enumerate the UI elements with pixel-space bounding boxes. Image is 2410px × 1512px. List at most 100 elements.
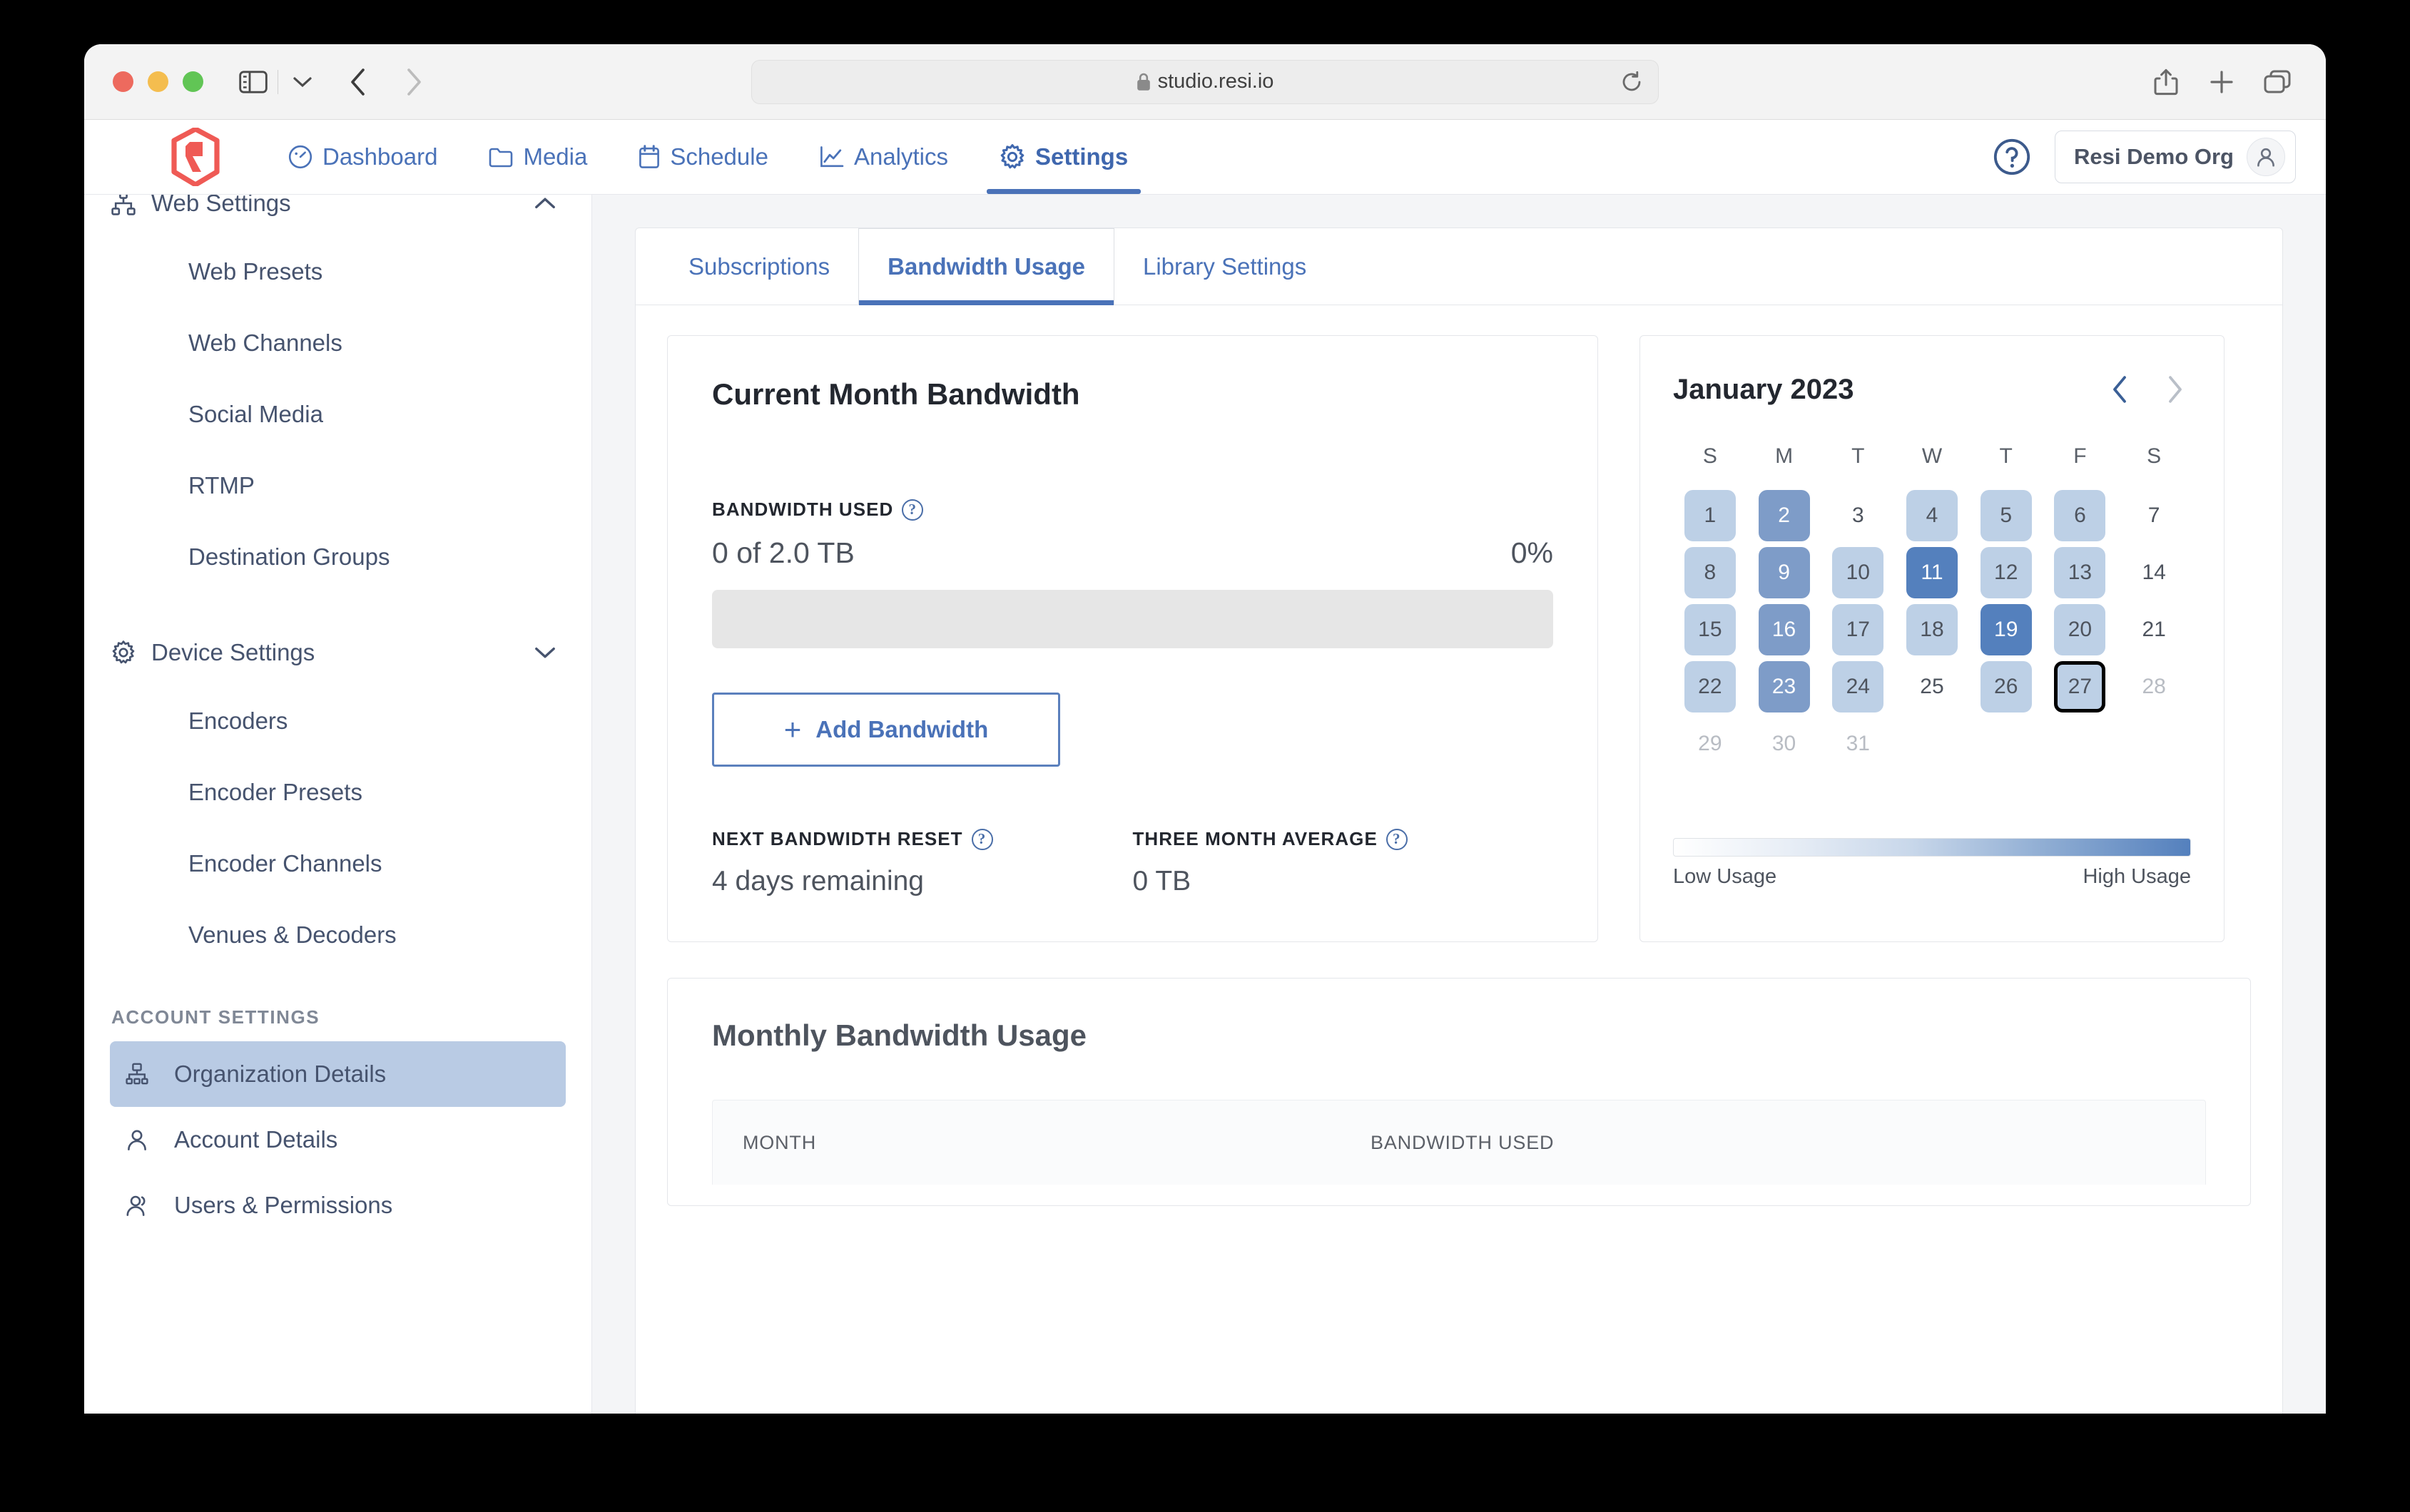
address-bar[interactable]: studio.resi.io [751, 60, 1659, 104]
lock-icon [1137, 73, 1151, 91]
calendar-day-21[interactable]: 21 [2128, 604, 2180, 655]
calendar-day-4[interactable]: 4 [1906, 490, 1958, 541]
add-bandwidth-button[interactable]: + Add Bandwidth [712, 693, 1060, 767]
calendar-day-29[interactable]: 29 [1684, 718, 1736, 770]
nav-item-dashboard[interactable]: Dashboard [285, 120, 440, 194]
calendar-day-24[interactable]: 24 [1832, 661, 1883, 712]
forward-arrow-icon[interactable] [394, 62, 434, 102]
back-arrow-icon[interactable] [338, 62, 378, 102]
sidebar-item-rtmp[interactable]: RTMP [84, 450, 591, 521]
calendar-day-22[interactable]: 22 [1684, 661, 1736, 712]
calendar-day-20[interactable]: 20 [2054, 604, 2105, 655]
calendar-day-30[interactable]: 30 [1759, 718, 1810, 770]
nav-item-analytics[interactable]: Analytics [817, 120, 951, 194]
sidebar-item-label: Encoders [188, 708, 288, 735]
sidebar-group-web-settings[interactable]: Web Settings [84, 195, 591, 236]
calendar-day-9[interactable]: 9 [1759, 547, 1810, 598]
plus-icon[interactable] [2202, 62, 2242, 102]
legend-high-label: High Usage [2083, 865, 2191, 889]
calendar-icon [639, 145, 660, 169]
sidebar-item-users-permissions[interactable]: Users & Permissions [110, 1173, 566, 1238]
web-icon [111, 195, 151, 215]
sidebar-item-label: Destination Groups [188, 543, 390, 571]
calendar-day-23[interactable]: 23 [1759, 661, 1810, 712]
calendar-day-18[interactable]: 18 [1906, 604, 1958, 655]
calendar-day-12[interactable]: 12 [1981, 547, 2032, 598]
calendar-day-28[interactable]: 28 [2128, 661, 2180, 712]
calendar-day-13[interactable]: 13 [2054, 547, 2105, 598]
sidebar-group-device-settings[interactable]: Device Settings [84, 620, 591, 685]
bandwidth-progress-bar [712, 590, 1553, 648]
calendar-dow-2: T [1851, 444, 1864, 484]
calendar-day-3[interactable]: 3 [1832, 490, 1883, 541]
help-circle-icon[interactable] [1993, 138, 2030, 175]
chevron-up-icon[interactable] [534, 197, 556, 210]
calendar-day-19[interactable]: 19 [1981, 604, 2032, 655]
nav-label: Analytics [854, 143, 948, 170]
sidebar-item-destination-groups[interactable]: Destination Groups [84, 521, 591, 593]
chart-line-icon [820, 145, 844, 168]
bandwidth-used-label: BANDWIDTH USED [712, 499, 893, 521]
calendar-day-6[interactable]: 6 [2054, 490, 2105, 541]
sidebar-toggle-icon[interactable] [233, 62, 273, 102]
sidebar-item-label: Social Media [188, 401, 323, 428]
gear-icon [1000, 144, 1025, 170]
share-icon[interactable] [2146, 62, 2186, 102]
calendar-day-10[interactable]: 10 [1832, 547, 1883, 598]
calendar-header: January 2023 [1673, 373, 2191, 406]
nav-label: Dashboard [322, 143, 437, 170]
sidebar-item-social-media[interactable]: Social Media [84, 379, 591, 450]
resi-logo[interactable] [170, 128, 221, 186]
calendar-day-14[interactable]: 14 [2128, 547, 2180, 598]
calendar-day-17[interactable]: 17 [1832, 604, 1883, 655]
calendar-day-5[interactable]: 5 [1981, 490, 2032, 541]
tab-library-settings[interactable]: Library Settings [1114, 228, 1335, 305]
tab-bandwidth-usage[interactable]: Bandwidth Usage [858, 228, 1114, 305]
sidebar-item-account-details[interactable]: Account Details [110, 1107, 566, 1173]
nav-item-media[interactable]: Media [486, 120, 590, 194]
help-circle-icon[interactable]: ? [1386, 829, 1408, 850]
tabs-overview-icon[interactable] [2257, 62, 2297, 102]
chevron-down-icon[interactable] [534, 646, 556, 659]
sidebar-item-venues-decoders[interactable]: Venues & Decoders [84, 899, 591, 971]
calendar-day-16[interactable]: 16 [1759, 604, 1810, 655]
calendar-day-26[interactable]: 26 [1981, 661, 2032, 712]
calendar-day-27[interactable]: 27 [2054, 661, 2105, 712]
tab-subscriptions[interactable]: Subscriptions [660, 228, 858, 305]
maximize-window-button[interactable] [183, 71, 203, 92]
calendar-title: January 2023 [1673, 374, 1854, 406]
chevron-left-icon[interactable] [2104, 373, 2137, 406]
sidebar-item-encoder-presets[interactable]: Encoder Presets [84, 757, 591, 828]
sidebar-item-encoders[interactable]: Encoders [84, 685, 591, 757]
sidebar-item-label: Account Details [174, 1126, 337, 1153]
calendar-day-2[interactable]: 2 [1759, 490, 1810, 541]
calendar-dow-4: T [2000, 444, 2013, 484]
sidebar-item-organization-details[interactable]: Organization Details [110, 1041, 566, 1107]
calendar-day-11[interactable]: 11 [1906, 547, 1958, 598]
sidebar-item-encoder-channels[interactable]: Encoder Channels [84, 828, 591, 899]
cards-row: Current Month Bandwidth BANDWIDTH USED ?… [636, 305, 2282, 942]
calendar-day-31[interactable]: 31 [1832, 718, 1883, 770]
usage-legend: Low Usage High Usage [1673, 838, 2191, 889]
sidebar-item-web-channels[interactable]: Web Channels [84, 307, 591, 379]
calendar-day-15[interactable]: 15 [1684, 604, 1736, 655]
chevron-right-icon[interactable] [2158, 373, 2191, 406]
sidebar-group-label: Web Settings [151, 195, 291, 217]
nav-item-schedule[interactable]: Schedule [636, 120, 771, 194]
calendar-dow-3: W [1922, 444, 1942, 484]
calendar-day-7[interactable]: 7 [2128, 490, 2180, 541]
org-switcher[interactable]: Resi Demo Org [2055, 131, 2296, 183]
browser-chrome: studio.resi.io [84, 44, 2326, 120]
sidebar-item-web-presets[interactable]: Web Presets [84, 236, 591, 307]
help-circle-icon[interactable]: ? [902, 499, 923, 521]
help-circle-icon[interactable]: ? [972, 829, 993, 850]
calendar-day-25[interactable]: 25 [1906, 661, 1958, 712]
nav-item-settings[interactable]: Settings [997, 120, 1131, 194]
calendar-day-8[interactable]: 8 [1684, 547, 1736, 598]
calendar-day-1[interactable]: 1 [1684, 490, 1736, 541]
reload-icon[interactable] [1621, 71, 1642, 93]
chevron-down-icon[interactable] [283, 62, 322, 102]
org-chart-icon [126, 1063, 154, 1086]
minimize-window-button[interactable] [148, 71, 168, 92]
close-window-button[interactable] [113, 71, 133, 92]
